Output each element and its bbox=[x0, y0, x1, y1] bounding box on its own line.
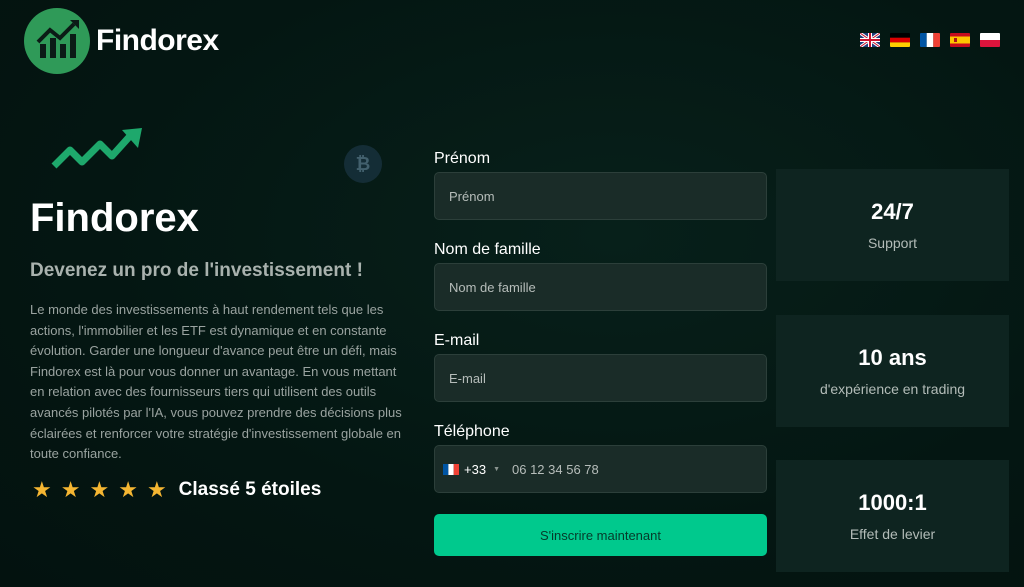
last-name-field-wrapper bbox=[434, 263, 767, 311]
france-flag-icon[interactable] bbox=[920, 33, 940, 47]
bitcoin-coin-icon: ₿ bbox=[344, 145, 382, 183]
hero-subtitle: Devenez un pro de l'investissement ! bbox=[30, 260, 363, 281]
email-input[interactable] bbox=[449, 370, 752, 386]
stat-label: d'expérience en trading bbox=[819, 381, 966, 397]
country-code-selector[interactable]: +33 ▼ bbox=[443, 462, 512, 477]
hero-title: Findorex bbox=[30, 196, 199, 240]
first-name-label: Prénom bbox=[434, 150, 491, 167]
star-icon: ★ bbox=[60, 477, 81, 502]
phone-label: Téléphone bbox=[434, 423, 510, 440]
last-name-input[interactable] bbox=[449, 279, 752, 295]
uk-flag-icon[interactable] bbox=[860, 33, 880, 47]
growth-chart-icon bbox=[24, 8, 90, 74]
last-name-label: Nom de famille bbox=[434, 241, 541, 258]
stat-value: 24/7 bbox=[871, 199, 914, 224]
caret-down-icon: ▼ bbox=[493, 465, 500, 473]
stat-support: 24/7 Support bbox=[776, 169, 1009, 281]
poland-flag-icon[interactable] bbox=[980, 33, 1000, 47]
phone-field-wrapper: +33 ▼ bbox=[434, 445, 767, 493]
email-label: E-mail bbox=[434, 332, 480, 349]
trend-arrow-icon bbox=[50, 126, 145, 181]
rating-label: Classé 5 étoiles bbox=[178, 479, 322, 500]
email-field-wrapper bbox=[434, 354, 767, 402]
germany-flag-icon[interactable] bbox=[890, 33, 910, 47]
signup-form: Prénom Nom de famille E-mail Téléphone bbox=[434, 150, 767, 556]
spain-flag-icon[interactable] bbox=[950, 33, 970, 47]
star-icon: ★ bbox=[146, 477, 167, 502]
first-name-field-wrapper bbox=[434, 172, 767, 220]
phone-input[interactable] bbox=[512, 461, 758, 477]
stat-leverage: 1000:1 Effet de levier bbox=[776, 460, 1009, 572]
star-icon: ★ bbox=[89, 477, 110, 502]
stat-experience: 10 ans d'expérience en trading bbox=[776, 315, 1009, 427]
rating: ★ ★ ★ ★ ★ Classé 5 étoiles bbox=[32, 478, 321, 502]
star-icon: ★ bbox=[32, 477, 52, 502]
brand-name: Findorex bbox=[96, 24, 219, 57]
stat-value: 10 ans bbox=[858, 345, 927, 370]
brand-logo[interactable]: Findorex bbox=[24, 8, 219, 74]
stat-label: Support bbox=[867, 235, 918, 251]
stat-value: 1000:1 bbox=[858, 490, 927, 515]
language-selector bbox=[860, 33, 1000, 47]
france-flag-icon bbox=[443, 463, 459, 475]
first-name-input[interactable] bbox=[449, 188, 752, 204]
stat-label: Effet de levier bbox=[849, 526, 936, 542]
country-code: +33 bbox=[464, 461, 487, 477]
signup-button[interactable]: S'inscrire maintenant bbox=[434, 514, 767, 556]
landing-page: Findorex ₿ Findorex Devenez un pro de l'… bbox=[0, 0, 1024, 587]
star-icon: ★ bbox=[118, 477, 138, 502]
hero-description: Le monde des investissements à haut rend… bbox=[30, 302, 402, 462]
